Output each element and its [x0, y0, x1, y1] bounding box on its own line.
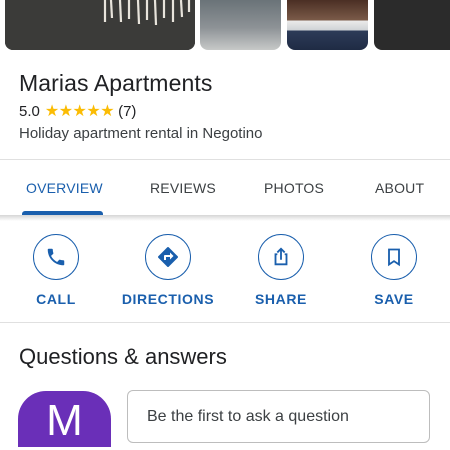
save-button[interactable]: SAVE: [344, 234, 444, 307]
star-rating: ★★★★★: [44, 103, 115, 120]
tab-about[interactable]: ABOUT: [375, 180, 424, 196]
photo-thumbnail[interactable]: [374, 0, 450, 50]
place-category: Holiday apartment rental in Negotino: [19, 125, 263, 142]
save-label: SAVE: [374, 291, 414, 307]
directions-icon: [158, 247, 178, 267]
save-circle[interactable]: [371, 234, 417, 280]
photo-macrame-image: [5, 0, 195, 50]
call-circle[interactable]: [33, 234, 79, 280]
tab-overview[interactable]: OVERVIEW: [26, 180, 103, 196]
rating-row[interactable]: 5.0 ★★★★★ (7): [19, 101, 136, 121]
phone-icon: [47, 248, 65, 266]
tab-photos[interactable]: PHOTOS: [264, 180, 324, 196]
qa-heading: Questions & answers: [19, 344, 227, 369]
photo-thumbnail[interactable]: [200, 0, 281, 50]
share-button[interactable]: SHARE: [231, 234, 331, 307]
directions-button[interactable]: DIRECTIONS: [118, 234, 218, 307]
bookmark-icon: [388, 248, 400, 267]
directions-label: DIRECTIONS: [121, 291, 215, 307]
call-button[interactable]: CALL: [6, 234, 106, 307]
avatar-letter: M: [46, 396, 83, 445]
place-title: Marias Apartments: [19, 70, 213, 96]
tab-bar-shadow: [0, 215, 450, 221]
divider: [0, 322, 450, 323]
avatar: M: [18, 391, 111, 447]
tab-bar: OVERVIEW REVIEWS PHOTOS ABOUT: [0, 160, 450, 216]
photo-thumbnail[interactable]: [287, 0, 368, 50]
photo-thumbnail[interactable]: [5, 0, 195, 50]
review-count: (7): [118, 102, 137, 120]
share-icon: [274, 247, 288, 266]
share-label: SHARE: [254, 291, 307, 307]
call-label: CALL: [36, 291, 76, 307]
photo-strip[interactable]: [0, 0, 450, 50]
ask-question-field[interactable]: Be the first to ask a question: [127, 390, 430, 443]
tab-reviews[interactable]: REVIEWS: [150, 180, 216, 196]
rating-value: 5.0: [19, 102, 40, 120]
share-circle[interactable]: [258, 234, 304, 280]
directions-circle[interactable]: [145, 234, 191, 280]
